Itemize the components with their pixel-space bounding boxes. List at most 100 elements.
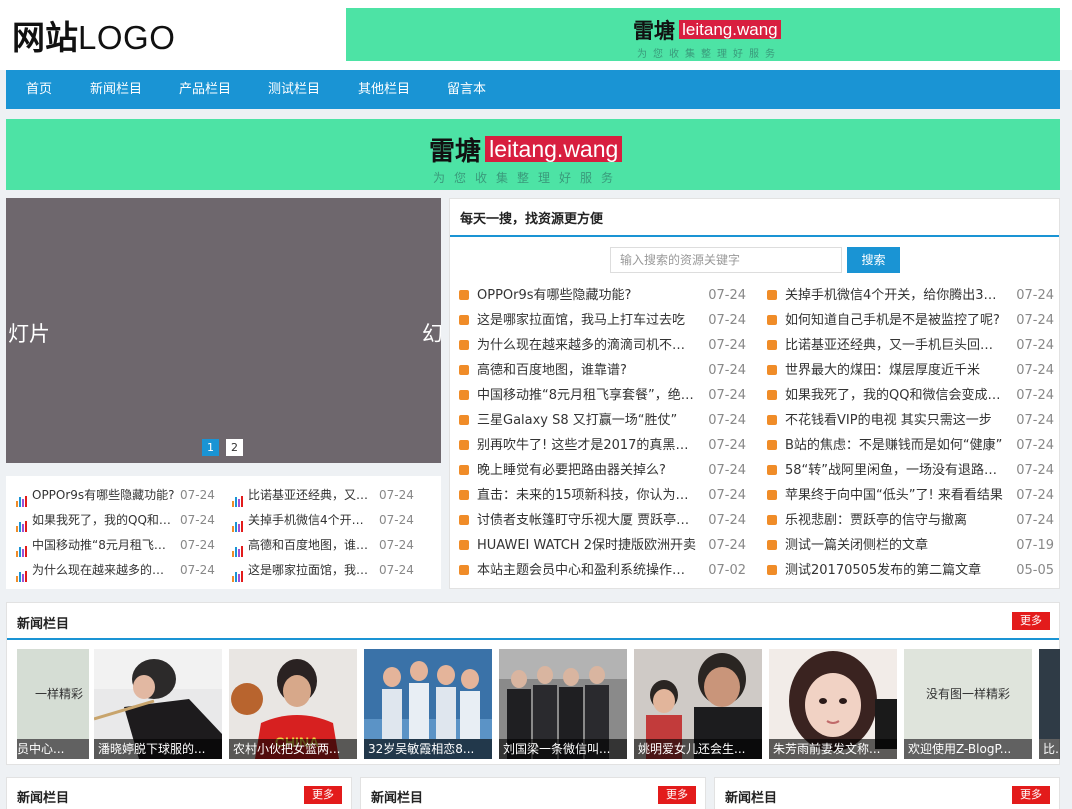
top-ad-banner[interactable]: 雷塘 leitang.wang 为您收集整理好服务 (346, 8, 1060, 61)
hot-item[interactable]: 比诺基亚还经典，又一手机巨头回归07-24 (232, 483, 414, 508)
rss-icon (459, 389, 469, 400)
rss-icon (767, 514, 777, 525)
news-list-item[interactable]: 世界最大的煤田：煤层厚度近千米 07-24 (767, 358, 1054, 383)
nav-item-guestbook[interactable]: 留言本 (447, 70, 486, 109)
panel-title: 新闻栏目 (725, 791, 778, 806)
news-list-item[interactable]: 讨债者支帐篷盯守乐视大厦 贾跃亭一旦回来07-24 (459, 508, 746, 533)
more-button[interactable]: 更多 (1012, 786, 1050, 804)
mid-ad-banner[interactable]: 雷塘 leitang.wang 为您收集整理好服务 (6, 119, 1060, 190)
site-logo[interactable]: 网站LOGO (12, 18, 175, 58)
mid-banner-brand-cn: 雷塘 (429, 137, 482, 167)
news-list-item[interactable]: 如何知道自己手机是不是被监控了呢? 07-24 (767, 308, 1054, 333)
hot-item[interactable]: OPPOr9s有哪些隐藏功能? 07-24 (16, 483, 215, 508)
news-list-item[interactable]: 本站主题会员中心和盈利系统操作视频教程07-02 (459, 558, 746, 583)
news-list-item[interactable]: 这是哪家拉面馆，我马上打车过去吃 07-24 (459, 308, 746, 333)
news-list-item[interactable]: 测试20170505发布的第二篇文章 05-05 (767, 558, 1054, 583)
news-list-item[interactable]: 如果我死了，我的QQ和微信会变成什么样子07-24 (767, 383, 1054, 408)
search-button[interactable]: 搜索 (847, 247, 900, 273)
search-input[interactable]: 输入搜索的资源关键字 (610, 247, 842, 273)
news-panel-1: 新闻栏目 更多 (6, 777, 352, 809)
gallery-caption: 姚明爱女儿还会生... (634, 739, 762, 759)
rss-icon (767, 539, 777, 550)
rss-icon (767, 314, 777, 325)
news-list-item[interactable]: 直击：未来的15项新科技，你认为哪个会成真07-24 (459, 483, 746, 508)
rss-icon (767, 289, 777, 300)
news-list-item[interactable]: 关掉手机微信4个开关，给你腾出3个G内存07-24 (767, 283, 1054, 308)
news-list-item[interactable]: 为什么现在越来越多的滴滴司机不接顺风车07-24 (459, 333, 746, 358)
slider-page-1[interactable]: 1 (202, 439, 219, 456)
news-list-item[interactable]: 苹果终于向中国“低头”了! 来看看结果 07-24 (767, 483, 1054, 508)
logo-bold-text: 网站 (12, 18, 78, 57)
banner-brand-en: leitang.wang (679, 20, 781, 39)
news-list-item[interactable]: 晚上睡觉有必要把路由器关掉么? 07-24 (459, 458, 746, 483)
hot-item[interactable]: 这是哪家拉面馆，我马上打车过去吃07-24 (232, 558, 414, 583)
news-list-item[interactable]: 58“转”战阿里闲鱼，一场没有退路的战争 07-24 (767, 458, 1054, 483)
bar-chart-icon (232, 482, 244, 507)
hot-item[interactable]: 为什么现在越来越多的滴滴司机不接顺风车07-24 (16, 558, 215, 583)
rss-icon (767, 339, 777, 350)
more-button[interactable]: 更多 (1012, 612, 1050, 630)
hot-item[interactable]: 中国移动推“8元月租飞享套餐”07-24 (16, 533, 215, 558)
search-panel-title: 每天一搜，找资源更方便 (460, 212, 604, 227)
bar-chart-icon (232, 507, 244, 532)
news-list-item[interactable]: 三星Galaxy S8 又打赢一场“胜仗” 07-24 (459, 408, 746, 433)
nav-item-home[interactable]: 首页 (26, 70, 52, 109)
news-list-item[interactable]: HUAWEI WATCH 2保时捷版欧洲开卖 07-24 (459, 533, 746, 558)
gallery-item[interactable]: 一样精彩 员中心... (17, 649, 89, 759)
nav-item-other[interactable]: 其他栏目 (358, 70, 410, 109)
bar-chart-icon (16, 557, 28, 582)
hot-item[interactable]: 如果我死了，我的QQ和微信会变成什么样子07-24 (16, 508, 215, 533)
banner-brand: 雷塘 leitang.wang 为您收集整理好服务 (633, 15, 781, 60)
image-slider[interactable]: 灯片 幻 1 2 (6, 198, 441, 463)
hot-item[interactable]: 关掉手机微信4个开关，给你腾出3个G07-24 (232, 508, 414, 533)
image-placeholder (1039, 649, 1060, 739)
rss-icon (767, 564, 777, 575)
news-list-item[interactable]: 测试一篇关闭侧栏的文章 07-19 (767, 533, 1054, 558)
gallery-item[interactable]: 姚明爱女儿还会生... (634, 649, 762, 759)
news-section: 新闻栏目 更多 一样精彩 员中心... 潘晓婷脱下球服的... 农村小伙把女篮两… (6, 602, 1060, 765)
no-image-placeholder: 一样精彩 (17, 649, 89, 739)
more-button[interactable]: 更多 (304, 786, 342, 804)
rss-icon (459, 289, 469, 300)
news-section-divider (7, 638, 1059, 640)
news-list-item[interactable]: 乐视悲剧：贾跃亭的信守与撤离 07-24 (767, 508, 1054, 533)
gallery-item[interactable]: 没有图一样精彩 欢迎使用Z-BlogP... (904, 649, 1032, 759)
site-header: 网站LOGO 雷塘 leitang.wang 为您收集整理好服务 (0, 0, 1072, 70)
news-list-item[interactable]: 高德和百度地图，谁靠谱? 07-24 (459, 358, 746, 383)
rss-icon (459, 539, 469, 550)
gallery-caption: 农村小伙把女篮两... (229, 739, 357, 759)
gallery-item[interactable]: 比诺 (1039, 649, 1060, 759)
bar-chart-icon (16, 482, 28, 507)
news-list-item[interactable]: 比诺基亚还经典，又一手机巨头回归中国市场07-24 (767, 333, 1054, 358)
panel-title: 新闻栏目 (17, 791, 70, 806)
news-list-item[interactable]: OPPOr9s有哪些隐藏功能? 07-24 (459, 283, 746, 308)
nav-item-news[interactable]: 新闻栏目 (90, 70, 142, 109)
rss-icon (459, 314, 469, 325)
hot-item[interactable]: 高德和百度地图，谁靠谱? 07-24 (232, 533, 414, 558)
nav-item-products[interactable]: 产品栏目 (179, 70, 231, 109)
news-list-item[interactable]: 不花钱看VIP的电视 其实只需这一步 07-24 (767, 408, 1054, 433)
banner-brand-cn: 雷塘 (633, 19, 675, 43)
mid-banner-tagline: 为您收集整理好服务 (433, 171, 623, 185)
rss-icon (767, 489, 777, 500)
rss-icon (459, 564, 469, 575)
gallery-item[interactable]: 朱芳雨前妻发文称... (769, 649, 897, 759)
nav-item-test[interactable]: 测试栏目 (268, 70, 320, 109)
gallery-item[interactable]: 潘晓婷脱下球服的... (94, 649, 222, 759)
news-list-item[interactable]: 中国移动推“8元月租飞享套餐”，绝地反击 07-24 (459, 383, 746, 408)
news-list-item[interactable]: B站的焦虑：不是赚钱而是如何“健康” 07-24 (767, 433, 1054, 458)
news-list-item[interactable]: 别再吹牛了! 这些才是2017的真黑科技 07-24 (459, 433, 746, 458)
more-button[interactable]: 更多 (658, 786, 696, 804)
slider-page-2[interactable]: 2 (226, 439, 243, 456)
gallery-item[interactable]: CHINA 农村小伙把女篮两... (229, 649, 357, 759)
gallery-item[interactable]: 32岁吴敏霞相恋8... (364, 649, 492, 759)
gallery-caption: 欢迎使用Z-BlogP... (904, 739, 1032, 759)
search-panel-divider (450, 235, 1059, 237)
gallery-caption: 比诺 (1039, 739, 1060, 759)
gallery-caption: 32岁吴敏霞相恋8... (364, 739, 492, 759)
gallery-item[interactable]: 刘国梁一条微信叫... (499, 649, 627, 759)
rss-icon (459, 514, 469, 525)
hot-article-list: OPPOr9s有哪些隐藏功能?07-24 如果我死了，我的QQ和微信会变成什么样… (6, 476, 441, 589)
main-nav: 首页 新闻栏目 产品栏目 测试栏目 其他栏目 留言本 (6, 70, 1060, 109)
rss-icon (459, 339, 469, 350)
